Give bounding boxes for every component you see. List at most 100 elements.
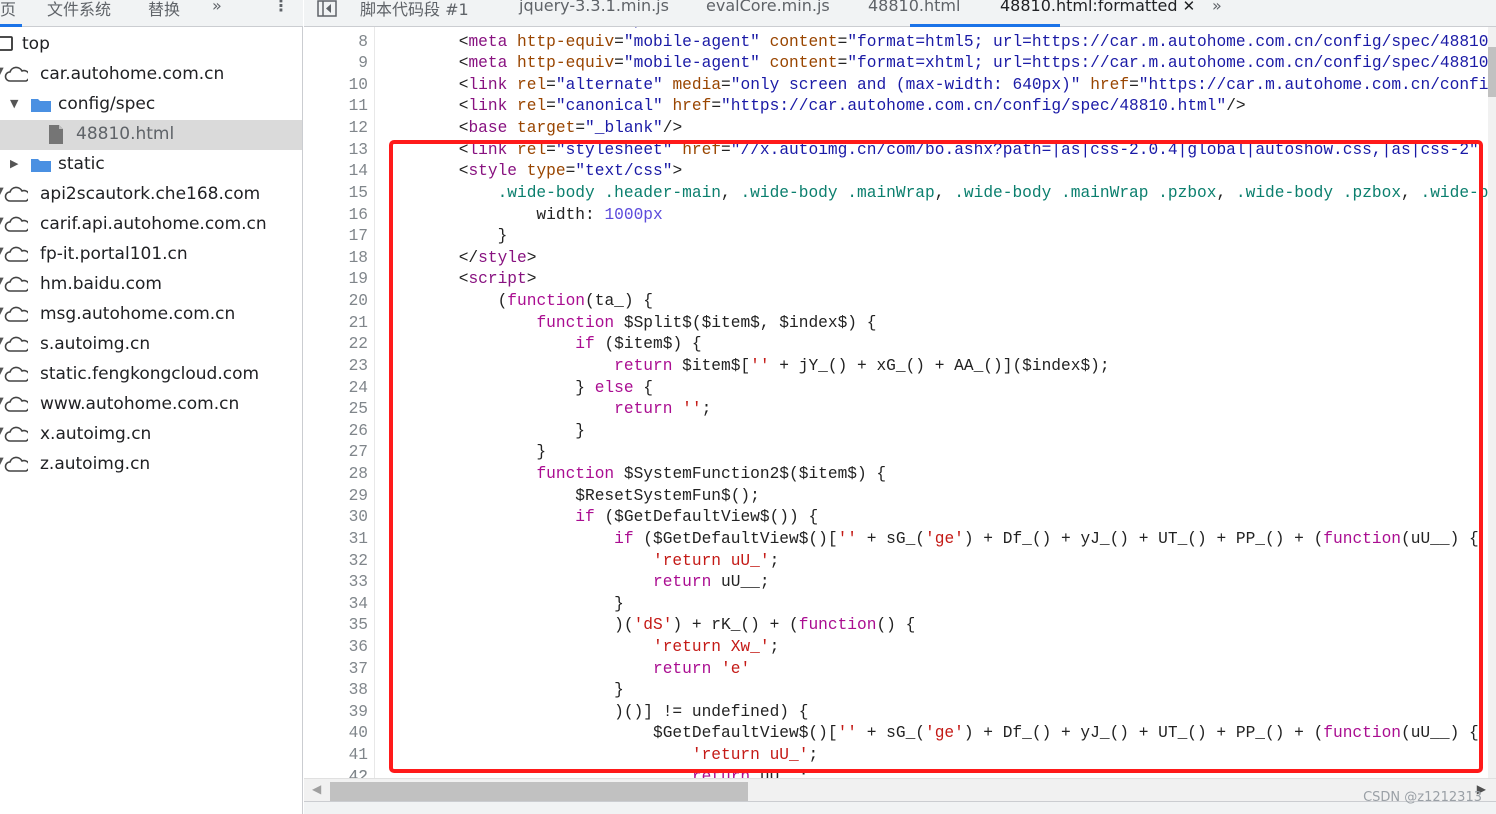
line-number-gutter — [374, 27, 375, 778]
code-token: content — [702, 27, 770, 29]
tree-item-label: hm.baidu.com — [40, 274, 162, 294]
vertical-scrollbar[interactable] — [1488, 27, 1496, 778]
code-line: <link rel="alternate" media="only screen… — [381, 76, 1488, 94]
code-token: href — [672, 97, 712, 116]
editor-tab[interactable]: 48810.html:formatted ✕ — [1000, 0, 1195, 15]
line-number: 33 — [348, 573, 368, 592]
code-token: = — [837, 54, 848, 73]
code-token: href — [1090, 75, 1130, 94]
tree-item[interactable]: ▼www.autohome.com.cn — [0, 390, 302, 420]
editor-tab[interactable]: 脚本代码段 #1 — [360, 0, 469, 20]
cloud-icon — [4, 456, 28, 472]
vertical-scrollbar-thumb[interactable] — [1488, 47, 1496, 97]
line-number: 37 — [348, 659, 368, 678]
line-number: 14 — [348, 162, 368, 181]
folder-icon — [31, 159, 51, 172]
line-number: 34 — [348, 594, 368, 613]
code-token: < — [381, 75, 469, 94]
tab-filesystem[interactable]: 文件系统 — [47, 0, 111, 20]
tree-item[interactable]: top — [0, 30, 302, 60]
close-tab-icon[interactable]: ✕ — [1183, 0, 1196, 15]
line-number: 17 — [348, 227, 368, 246]
code-token: /> — [1226, 97, 1246, 116]
code-token: meta — [468, 27, 507, 29]
code-token: meta — [468, 32, 508, 51]
scroll-left-icon[interactable]: ◀ — [312, 782, 321, 796]
tree-item[interactable]: ▼car.autohome.com.cn — [0, 60, 302, 90]
tree-item-label: api2scautork.che168.com — [40, 184, 261, 204]
tree-item-label: car.autohome.com.cn — [40, 64, 225, 84]
code-token: < — [459, 27, 469, 29]
tree-item[interactable]: ▶ static — [0, 150, 302, 180]
line-number: 22 — [348, 335, 368, 354]
cloud-icon — [4, 336, 28, 352]
tree-item[interactable]: 48810.html — [0, 120, 302, 150]
cloud-icon — [4, 216, 28, 232]
tab-overrides[interactable]: 替换 — [148, 0, 180, 20]
editor-tab[interactable]: evalCore.min.js — [706, 0, 830, 15]
code-token: < — [381, 97, 469, 116]
more-tabs-icon[interactable]: » — [1212, 0, 1222, 15]
tree-item[interactable]: ▼static.fengkongcloud.com — [0, 360, 302, 390]
code-token: "only screen and (max-width: 640px)" — [730, 75, 1081, 94]
tree-item[interactable]: ▼msg.autohome.com.cn — [0, 300, 302, 330]
line-number: 25 — [348, 400, 368, 419]
editor-tab[interactable]: jquery-3.3.1.min.js — [519, 0, 669, 15]
tree-item-label: z.autoimg.cn — [40, 454, 151, 474]
cloud-icon — [4, 396, 28, 412]
editor-tab-label: 48810.html:formatted — [1000, 0, 1178, 15]
tree-item[interactable]: ▼z.autoimg.cn — [0, 450, 302, 480]
code-line: <base target="_blank"/> — [381, 119, 682, 137]
line-number: 19 — [348, 270, 368, 289]
code-token: "..." — [779, 27, 828, 29]
code-token: target — [517, 119, 576, 138]
cloud-icon — [4, 276, 28, 292]
tree-item[interactable]: ▼ config/spec — [0, 90, 302, 120]
collapse-arrow-icon[interactable]: ▶ — [10, 157, 18, 170]
highlight-box — [389, 140, 1483, 773]
code-token: media — [672, 75, 722, 94]
line-number: 10 — [348, 75, 368, 94]
code-token: "_blank" — [585, 119, 663, 138]
tree-item-label: config/spec — [58, 94, 156, 114]
code-token: "mobile-agent" — [623, 54, 760, 73]
code-line: <meta name="description" content="..." — [381, 27, 828, 29]
code-token: name — [517, 27, 556, 29]
tree-item[interactable]: ▼hm.baidu.com — [0, 270, 302, 300]
horizontal-scrollbar-thumb[interactable] — [330, 782, 748, 801]
tree-item[interactable]: ▼s.autoimg.cn — [0, 330, 302, 360]
cloud-icon — [4, 186, 28, 202]
tree-item-label: www.autohome.com.cn — [40, 394, 240, 414]
toggle-navigator-icon[interactable] — [316, 0, 340, 18]
code-token: base — [468, 119, 508, 138]
code-token: "format=xhtml; url=https://car.m.autohom… — [847, 54, 1488, 73]
tree-item[interactable]: ▼x.autoimg.cn — [0, 420, 302, 450]
code-token: rel — [517, 75, 547, 94]
line-number: 26 — [348, 421, 368, 440]
line-number: 30 — [348, 508, 368, 527]
code-token: "mobile-agent" — [623, 32, 760, 51]
code-token: link — [468, 97, 508, 116]
code-token: = — [614, 54, 624, 73]
line-number: 8 — [358, 32, 368, 51]
editor-tab-label: jquery-3.3.1.min.js — [519, 0, 669, 15]
more-tabs-icon[interactable]: » — [212, 0, 222, 15]
tree-item-label: x.autoimg.cn — [40, 424, 152, 444]
menu-icon[interactable]: ⋮ — [273, 0, 289, 15]
tab-page[interactable]: 页 — [0, 0, 16, 20]
expand-arrow-icon[interactable]: ▼ — [10, 97, 18, 110]
line-number: 36 — [348, 637, 368, 656]
horizontal-scrollbar[interactable]: ◀ ▶ — [304, 778, 1496, 801]
code-token: < — [381, 119, 469, 138]
editor-tab[interactable]: 48810.html — [868, 0, 960, 15]
code-token: = — [614, 32, 624, 51]
tree-item[interactable]: ▼fp-it.portal101.cn — [0, 240, 302, 270]
tree-item[interactable]: ▼api2scautork.che168.com — [0, 180, 302, 210]
tree-item[interactable]: ▼carif.api.autohome.com.cn — [0, 210, 302, 240]
